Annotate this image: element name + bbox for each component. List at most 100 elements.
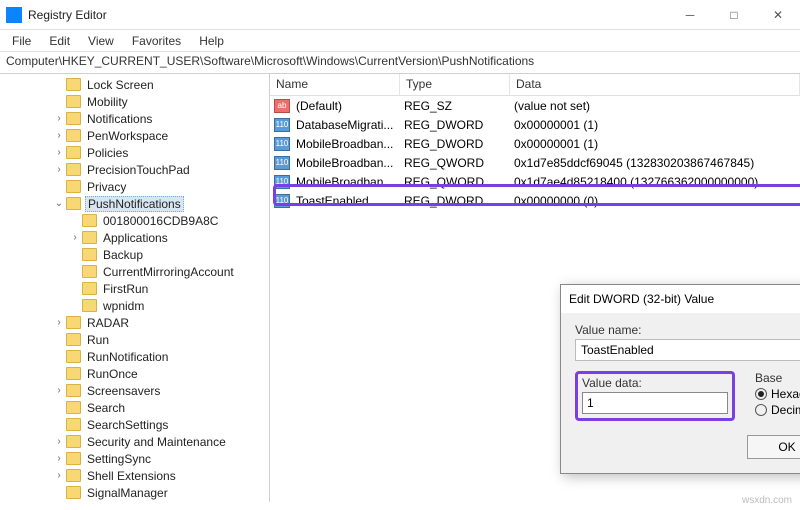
list-header: Name Type Data <box>270 74 800 96</box>
tree-item-search[interactable]: Search <box>4 399 269 416</box>
value-type: REG_DWORD <box>398 193 508 209</box>
tree-item-signalmanager[interactable]: SignalManager <box>4 484 269 501</box>
registry-value-row[interactable]: ab(Default)REG_SZ(value not set) <box>270 96 800 115</box>
tree-item-searchsettings[interactable]: SearchSettings <box>4 416 269 433</box>
maximize-button[interactable]: □ <box>712 0 756 30</box>
value-type: REG_DWORD <box>398 136 508 152</box>
value-data-input[interactable] <box>582 392 728 414</box>
tree-item-radar[interactable]: ›RADAR <box>4 314 269 331</box>
tree-label: Security and Maintenance <box>85 435 228 449</box>
value-data: (value not set) <box>508 98 800 114</box>
registry-value-row[interactable]: 110ToastEnabledREG_DWORD0x00000000 (0) <box>270 191 800 210</box>
menu-file[interactable]: File <box>4 32 39 50</box>
col-type[interactable]: Type <box>400 74 510 95</box>
tree-label: Backup <box>101 248 145 262</box>
menu-view[interactable]: View <box>80 32 122 50</box>
menu-help[interactable]: Help <box>191 32 232 50</box>
tree-label: Notifications <box>85 112 154 126</box>
twisty-icon: › <box>52 113 66 124</box>
address-bar[interactable]: Computer\HKEY_CURRENT_USER\Software\Micr… <box>0 52 800 74</box>
tree-label: FirstRun <box>101 282 150 296</box>
value-type: REG_DWORD <box>398 117 508 133</box>
tree-item-notifications[interactable]: › Notifications <box>4 110 269 127</box>
tree-item-privacy[interactable]: Privacy <box>4 178 269 195</box>
folder-icon <box>82 214 97 227</box>
twisty-icon: › <box>52 436 66 447</box>
tree-item-security-and-maintenance[interactable]: › Security and Maintenance <box>4 433 269 450</box>
tree-item-run[interactable]: Run <box>4 331 269 348</box>
tree-item-pushnotifications[interactable]: ⌄PushNotifications <box>4 195 269 212</box>
tree-item-precisiontouchpad[interactable]: ›PrecisionTouchPad <box>4 161 269 178</box>
twisty-icon: › <box>52 453 66 464</box>
radio-hex[interactable]: Hexadecimal <box>755 387 800 401</box>
twisty-icon: › <box>52 164 66 175</box>
tree-item-runonce[interactable]: RunOnce <box>4 365 269 382</box>
ok-button[interactable]: OK <box>747 435 800 459</box>
registry-value-row[interactable]: 110MobileBroadban...REG_QWORD0x1d7e85ddc… <box>270 153 800 172</box>
radio-dec[interactable]: Decimal <box>755 403 800 417</box>
registry-value-row[interactable]: 110DatabaseMigrati...REG_DWORD0x00000001… <box>270 115 800 134</box>
folder-icon <box>66 469 81 482</box>
col-data[interactable]: Data <box>510 74 800 95</box>
tree-item-firstrun[interactable]: FirstRun <box>4 280 269 297</box>
folder-icon <box>66 163 81 176</box>
registry-value-row[interactable]: 110MobileBroadban...REG_DWORD0x00000001 … <box>270 134 800 153</box>
folder-icon <box>66 129 81 142</box>
tree-item-runnotification[interactable]: RunNotification <box>4 348 269 365</box>
tree-item-mobility[interactable]: Mobility <box>4 93 269 110</box>
folder-icon <box>66 316 81 329</box>
value-name-label: Value name: <box>575 323 800 337</box>
registry-value-row[interactable]: 110MobileBroadban...REG_QWORD0x1d7ae4d85… <box>270 172 800 191</box>
twisty-icon: › <box>52 147 66 158</box>
dialog-title: Edit DWORD (32-bit) Value <box>569 292 800 306</box>
list-pane: Name Type Data ab(Default)REG_SZ(value n… <box>270 74 800 502</box>
close-button[interactable]: ✕ <box>756 0 800 30</box>
folder-icon <box>66 384 81 397</box>
window-title: Registry Editor <box>28 8 668 22</box>
tree-item-applications[interactable]: ›Applications <box>4 229 269 246</box>
tree-item-currentmirroringaccount[interactable]: CurrentMirroringAccount <box>4 263 269 280</box>
tree-label: Policies <box>85 146 130 160</box>
menu-favorites[interactable]: Favorites <box>124 32 189 50</box>
tree-label: Applications <box>101 231 170 245</box>
menu-bar: File Edit View Favorites Help <box>0 30 800 52</box>
tree-item-policies[interactable]: › Policies <box>4 144 269 161</box>
folder-icon <box>66 197 81 210</box>
folder-icon <box>66 95 81 108</box>
tree-label: SettingSync <box>85 452 153 466</box>
tree-item-wpnidm[interactable]: wpnidm <box>4 297 269 314</box>
tree-item-lock-screen[interactable]: Lock Screen <box>4 76 269 93</box>
value-type: REG_SZ <box>398 98 508 114</box>
tree-pane[interactable]: Lock ScreenMobility › Notifications›PenWor… <box>0 74 270 502</box>
value-data-label: Value data: <box>582 376 728 390</box>
menu-edit[interactable]: Edit <box>41 32 78 50</box>
folder-icon <box>82 265 97 278</box>
tree-label: CurrentMirroringAccount <box>101 265 236 279</box>
tree-label: RunOnce <box>85 367 140 381</box>
value-name-field[interactable]: ToastEnabled <box>575 339 800 361</box>
tree-item-001800016cdb9a8c[interactable]: 001800016CDB9A8C <box>4 212 269 229</box>
value-type: REG_QWORD <box>398 174 508 190</box>
title-bar: Registry Editor ─ □ ✕ <box>0 0 800 30</box>
minimize-button[interactable]: ─ <box>668 0 712 30</box>
tree-label: Run <box>85 333 111 347</box>
folder-icon <box>82 248 97 261</box>
folder-icon <box>82 299 97 312</box>
tree-item-settingsync[interactable]: › SettingSync <box>4 450 269 467</box>
tree-item-backup[interactable]: Backup <box>4 246 269 263</box>
value-data-highlight: Value data: <box>575 371 735 421</box>
value-name: MobileBroadban... <box>290 174 398 190</box>
tree-item-screensavers[interactable]: ›Screensavers <box>4 382 269 399</box>
base-label: Base <box>755 371 800 385</box>
value-name: MobileBroadban... <box>290 155 398 171</box>
col-name[interactable]: Name <box>270 74 400 95</box>
value-icon: 110 <box>274 137 290 151</box>
tree-item-shell-extensions[interactable]: ›Shell Extensions <box>4 467 269 484</box>
folder-icon <box>66 350 81 363</box>
tree-label: SignalManager <box>85 486 170 500</box>
folder-icon <box>66 180 81 193</box>
folder-icon <box>66 367 81 380</box>
twisty-icon: › <box>52 470 66 481</box>
folder-icon <box>66 418 81 431</box>
tree-item-penworkspace[interactable]: ›PenWorkspace <box>4 127 269 144</box>
